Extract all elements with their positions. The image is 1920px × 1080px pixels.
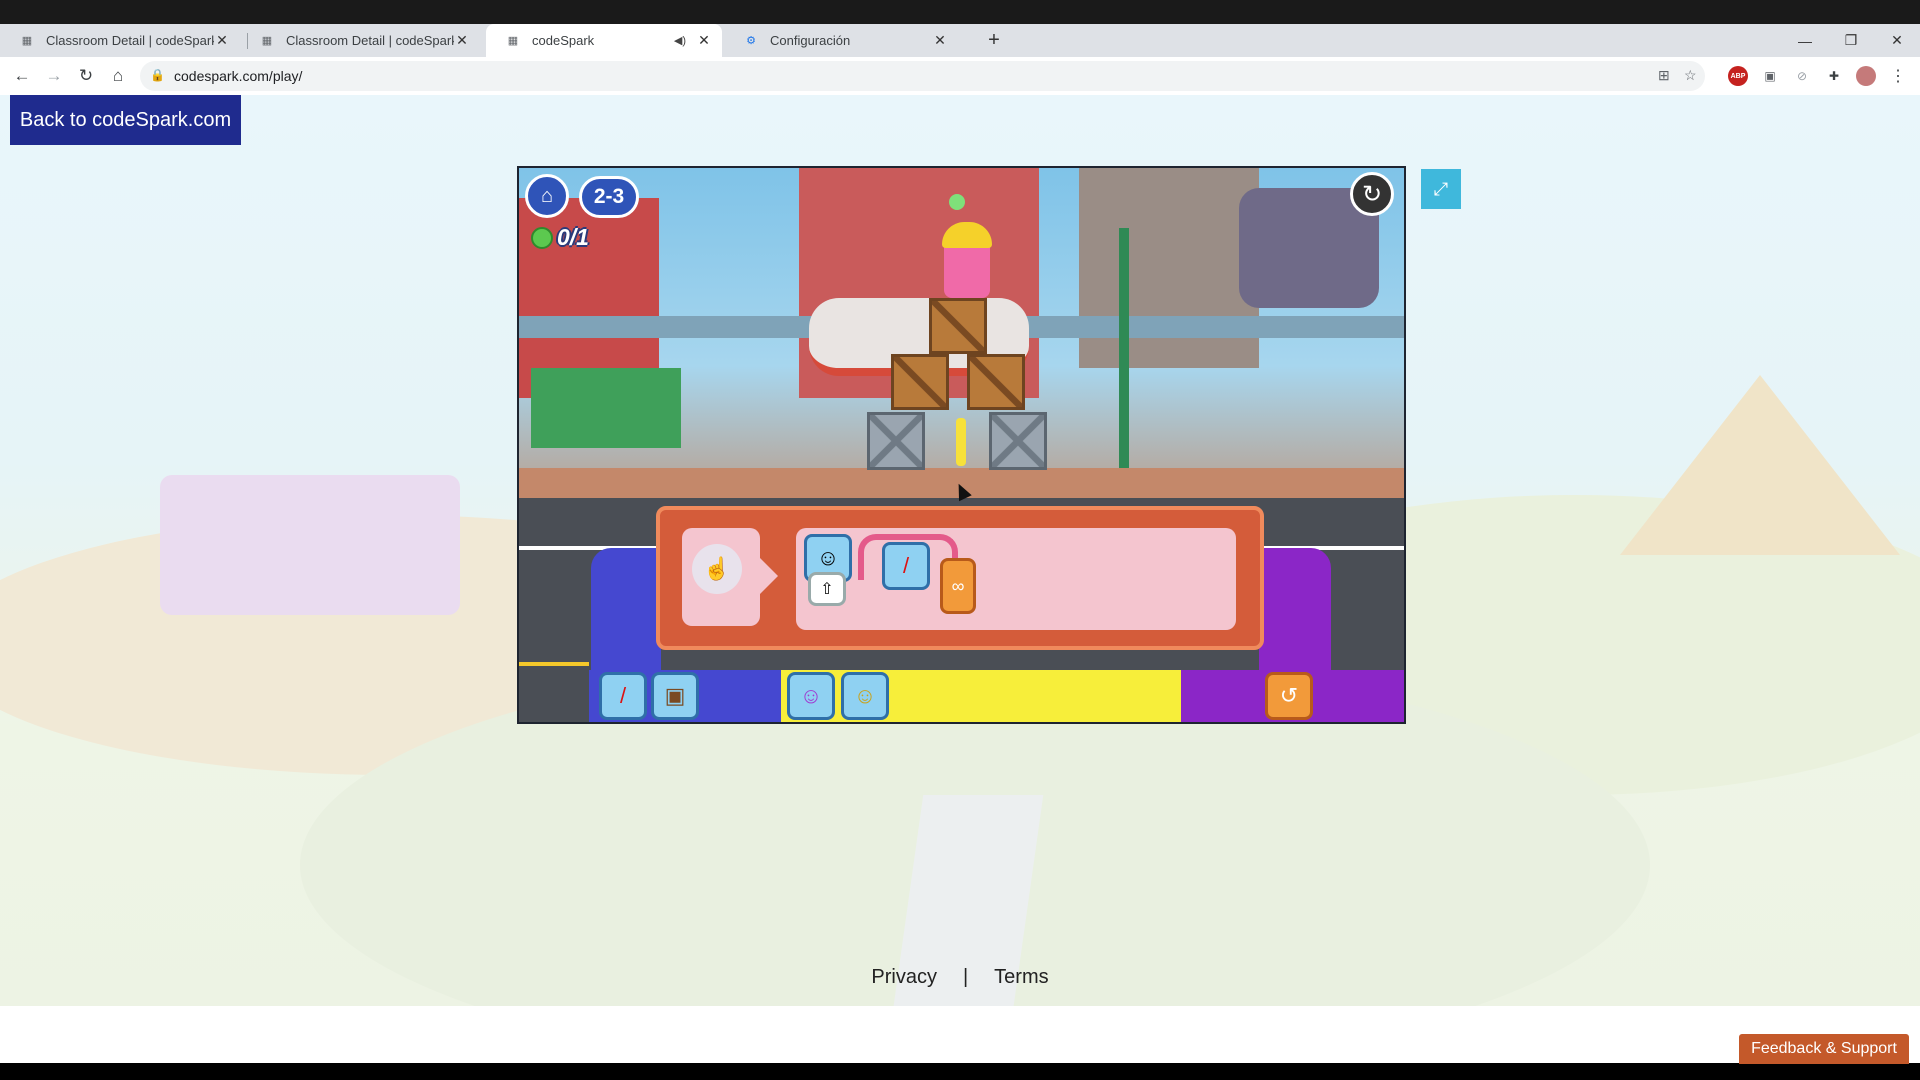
codespark-icon: ▦: [261, 35, 273, 47]
wooden-crate: [929, 298, 987, 354]
minimize-icon[interactable]: —: [1782, 24, 1828, 57]
tab-codespark[interactable]: ▦ codeSpark ◀) ✕: [486, 24, 722, 57]
footer-separator: |: [962, 965, 969, 988]
start-trigger-block[interactable]: ☝: [682, 528, 760, 626]
speaker-icon[interactable]: ◀): [674, 34, 686, 47]
close-icon[interactable]: ✕: [454, 32, 470, 49]
new-tab-button[interactable]: +: [978, 24, 1010, 57]
gem-icon: [949, 194, 965, 210]
arrow-up-block[interactable]: ⇧: [808, 572, 846, 606]
loop-block[interactable]: ↺: [1265, 672, 1313, 720]
back-to-codespark-button[interactable]: Back to codeSpark.com: [10, 95, 241, 145]
program-sequence[interactable]: ☺ ⇧ / ∞: [796, 528, 1236, 630]
tab-strip: ▦ Classroom Detail | codeSpark Ac ✕ ▦ Cl…: [0, 24, 1920, 57]
wooden-crate: [967, 354, 1025, 410]
home-icon[interactable]: ⌂: [104, 62, 132, 90]
score-text: 0/1: [557, 224, 589, 250]
game-scene: ⌂ 2-3 0/1 ↻: [519, 168, 1404, 498]
tab-title: Classroom Detail | codeSpark Ac: [286, 33, 454, 48]
close-icon[interactable]: ✕: [214, 32, 230, 49]
terms-link[interactable]: Terms: [994, 966, 1048, 989]
privacy-link[interactable]: Privacy: [871, 966, 937, 989]
extension-icon[interactable]: ▣: [1760, 66, 1780, 86]
purple-character-block[interactable]: ☺: [787, 672, 835, 720]
footer-links: Privacy | Terms: [0, 962, 1920, 992]
loop-infinity-block[interactable]: ∞: [940, 558, 976, 614]
gear-icon: ⚙: [746, 35, 756, 47]
codespark-icon: ▦: [21, 35, 33, 47]
forward-arrow-icon[interactable]: →: [40, 62, 68, 90]
command-tray-purple: ↺: [1181, 670, 1404, 722]
background-volcano: [1620, 375, 1900, 555]
rock-cliff: [1079, 168, 1259, 368]
os-top-bar: [0, 0, 1920, 24]
crate-block[interactable]: ▣: [651, 672, 699, 720]
restart-icon[interactable]: ↻: [1350, 172, 1394, 216]
back-arrow-icon[interactable]: ←: [8, 62, 36, 90]
tab-title: codeSpark: [532, 33, 595, 48]
tab-classroom-detail-1[interactable]: ▦ Classroom Detail | codeSpark Ac ✕: [0, 24, 240, 57]
url-field[interactable]: 🔒 codespark.com/play/ ⊞ ☆: [140, 61, 1705, 91]
tab-title: Configuración: [770, 33, 851, 48]
menu-dots-icon[interactable]: ⋮: [1888, 66, 1908, 86]
restore-icon[interactable]: ❐: [1828, 24, 1874, 57]
puzzle-icon[interactable]: ✚: [1824, 66, 1844, 86]
page-bottom-strip: [0, 1006, 1920, 1063]
tab-configuracion[interactable]: ⚙ Configuración ✕: [724, 24, 958, 57]
coding-area: ☝ ☺ ⇧ / ∞ / ▣ ☺ ☺ ↺: [519, 498, 1404, 722]
feedback-support-button[interactable]: Feedback & Support: [1739, 1034, 1909, 1064]
url-text: codespark.com/play/: [174, 68, 303, 84]
purple-side-panel: [1259, 548, 1331, 670]
command-tray-yellow: ☺ ☺: [781, 670, 1181, 722]
dumpster: [531, 368, 681, 448]
star-icon[interactable]: ☆: [1684, 67, 1697, 84]
metal-crate: [989, 412, 1047, 470]
close-icon[interactable]: ✕: [932, 32, 948, 49]
gem-counter-icon: [531, 226, 553, 249]
avatar[interactable]: [1856, 66, 1876, 86]
game-canvas[interactable]: ⌂ 2-3 0/1 ↻ ☝ ☺ ⇧ / ∞ / ▣ ☺ ☺ ↺: [517, 166, 1406, 724]
fullscreen-expand-icon[interactable]: ⤢: [1421, 169, 1461, 209]
address-bar: ← → ↻ ⌂ 🔒 codespark.com/play/ ⊞ ☆ ABP ▣ …: [0, 57, 1920, 96]
road-line: [519, 662, 589, 666]
dynamite-stick: [956, 418, 966, 466]
code-editor-panel[interactable]: ☝ ☺ ⇧ / ∞: [656, 506, 1264, 650]
extension-icon[interactable]: ⊘: [1792, 66, 1812, 86]
page-content: Back to codeSpark.com ⌂ 2-3 0/1 ↻ ☝ ☺ ⇧ …: [0, 95, 1920, 1006]
blue-side-panel: [591, 548, 661, 670]
tab-classroom-detail-2[interactable]: ▦ Classroom Detail | codeSpark Ac ✕: [240, 24, 480, 57]
level-badge: 2-3: [579, 176, 639, 218]
wooden-crate: [891, 354, 949, 410]
score-counter: 0/1: [531, 224, 589, 251]
adblock-icon[interactable]: ABP: [1728, 66, 1748, 86]
trigger-arrow-icon: [760, 558, 778, 594]
reload-icon[interactable]: ↻: [72, 62, 100, 90]
home-icon[interactable]: ⌂: [525, 174, 569, 218]
lock-icon: 🔒: [150, 68, 165, 82]
close-window-icon[interactable]: ✕: [1874, 24, 1920, 57]
metal-crate: [867, 412, 925, 470]
close-icon[interactable]: ✕: [696, 32, 712, 49]
background-city: [160, 475, 460, 615]
dynamite-block[interactable]: /: [882, 542, 930, 590]
translate-icon[interactable]: ⊞: [1658, 67, 1670, 84]
codespark-icon: ▦: [507, 35, 519, 47]
yellow-character-block[interactable]: ☺: [841, 672, 889, 720]
dynamite-block[interactable]: /: [599, 672, 647, 720]
command-tray-blue: / ▣: [589, 670, 789, 722]
tap-hand-icon: ☝: [692, 544, 742, 594]
tab-title: Classroom Detail | codeSpark Ac: [46, 33, 214, 48]
lamp-post: [1119, 228, 1129, 478]
